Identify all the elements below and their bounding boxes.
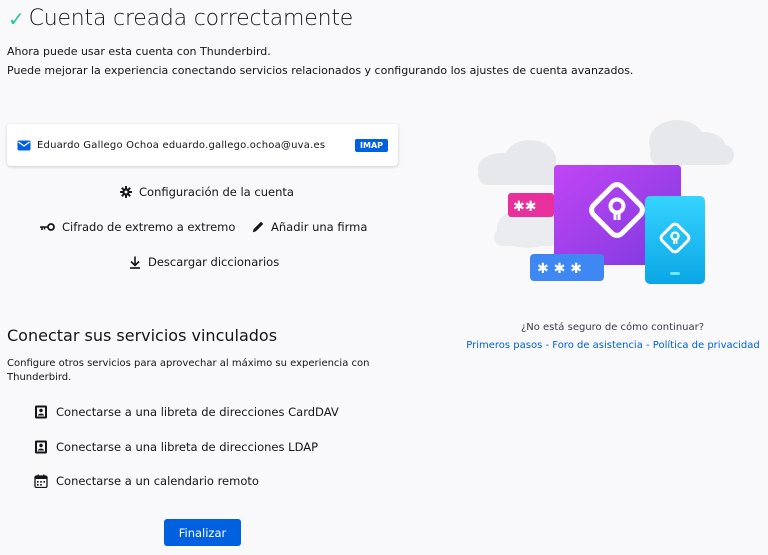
checkmark-icon: ✓ — [8, 6, 25, 31]
svg-text:✱✱: ✱✱ — [513, 199, 536, 215]
svg-text:✱ ✱ ✱: ✱ ✱ ✱ — [537, 261, 582, 277]
address-book-icon — [35, 405, 47, 419]
account-settings-link[interactable]: Configuración de la cuenta — [120, 185, 294, 199]
linked-services-description: Configure otros servicios para aprovecha… — [7, 358, 370, 383]
add-signature-label: Añadir una firma — [271, 220, 368, 234]
account-settings-label: Configuración de la cuenta — [139, 185, 294, 199]
intro-line-1: Ahora puede usar esta cuenta con Thunder… — [7, 45, 271, 58]
link-getting-started[interactable]: Primeros pasos — [466, 340, 542, 351]
connect-calendar-label: Conectarse a un calendario remoto — [56, 474, 259, 488]
key-icon — [40, 223, 55, 231]
intro-line-2: Puede mejorar la experiencia conectando … — [7, 64, 634, 77]
link-separator: - — [642, 340, 653, 351]
help-links: Primeros pasos - Foro de asistencia - Po… — [462, 340, 764, 351]
gear-icon — [120, 186, 132, 198]
account-card: Eduardo Gallego Ochoa eduardo.gallego.oc… — [7, 124, 398, 166]
connect-calendar-button[interactable]: Conectarse a un calendario remoto — [34, 474, 259, 488]
finish-button[interactable]: Finalizar — [164, 519, 241, 546]
e2e-encryption-label: Cifrado de extremo a extremo — [62, 220, 236, 234]
connect-ldap-button[interactable]: Conectarse a una libreta de direcciones … — [34, 440, 318, 454]
pen-icon — [252, 221, 264, 233]
linked-services-title: Conectar sus servicios vinculados — [7, 326, 278, 345]
link-separator: - — [542, 340, 553, 351]
e2e-encryption-link[interactable]: Cifrado de extremo a extremo — [39, 220, 235, 234]
help-question: ¿No está seguro de cómo continuar? — [520, 322, 705, 333]
page-title-text: Cuenta creada correctamente — [28, 6, 354, 31]
connect-ldap-label: Conectarse a una libreta de direcciones … — [56, 440, 319, 454]
connect-carddav-button[interactable]: Conectarse a una libreta de direcciones … — [34, 405, 339, 419]
page-title: ✓ Cuenta creada correctamente — [8, 6, 353, 31]
download-icon — [130, 256, 140, 269]
connect-carddav-label: Conectarse a una libreta de direcciones … — [56, 405, 339, 419]
download-dictionaries-link[interactable]: Descargar diccionarios — [129, 255, 279, 269]
link-privacy-policy[interactable]: Política de privacidad — [653, 340, 760, 351]
calendar-icon — [34, 474, 48, 488]
mail-icon — [17, 140, 31, 150]
link-support-forum[interactable]: Foro de asistencia — [552, 340, 643, 351]
add-signature-link[interactable]: Añadir una firma — [252, 220, 367, 234]
protocol-badge: IMAP — [355, 138, 388, 152]
download-dictionaries-label: Descargar diccionarios — [148, 255, 280, 269]
address-book-icon — [35, 440, 47, 454]
account-email: Eduardo Gallego Ochoa eduardo.gallego.oc… — [37, 139, 326, 151]
account-security-illustration: ✱✱ ✱ ✱ ✱ — [478, 120, 734, 284]
